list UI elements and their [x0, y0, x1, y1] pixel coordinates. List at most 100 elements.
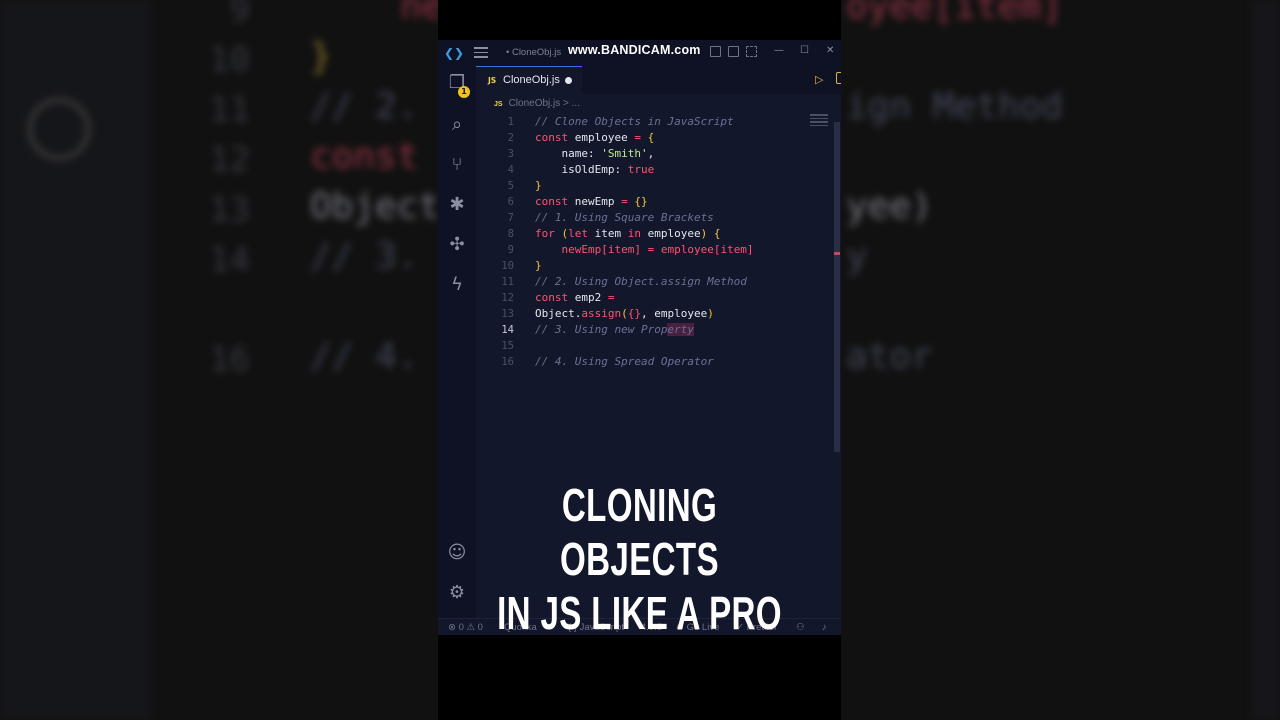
- blurred-line-number: 10: [209, 40, 250, 80]
- breadcrumb[interactable]: JS CloneObj.js > ...: [494, 98, 580, 109]
- customize-layout-icon[interactable]: [746, 46, 757, 57]
- video-caption: CLONING OBJECTS IN JS LIKE A PRO: [494, 478, 784, 640]
- layout-panel-icon[interactable]: [710, 46, 721, 57]
- caption-line-2: IN JS LIKE A PRO: [497, 587, 782, 639]
- code-token: , employee: [640, 307, 708, 320]
- lightning-icon[interactable]: ϟ: [446, 274, 468, 296]
- window-title: • CloneObj.js: [506, 47, 562, 58]
- line-number: 16: [501, 356, 514, 368]
- code-line[interactable]: // 3. Using new Property: [535, 322, 694, 338]
- unsaved-dot-icon[interactable]: [565, 77, 572, 84]
- menu-icon[interactable]: [474, 47, 488, 59]
- code-token: newEmp: [568, 195, 622, 208]
- layout-sidebar-icon[interactable]: [728, 46, 739, 57]
- code-token: const: [535, 131, 569, 144]
- code-token: // Clone Objects in JavaScript: [535, 115, 734, 128]
- code-line[interactable]: // Clone Objects in JavaScript: [535, 114, 734, 130]
- code-line[interactable]: const newEmp = {}: [535, 194, 648, 210]
- code-line[interactable]: // 1. Using Square Brackets: [535, 210, 714, 226]
- code-token: assign: [581, 307, 622, 320]
- code-token: =: [621, 195, 628, 208]
- split-editor-icon[interactable]: [836, 72, 841, 84]
- notifications-bell-icon[interactable]: ♪: [822, 622, 827, 633]
- problems-status[interactable]: ⊗ 0 ⚠ 0: [448, 622, 483, 633]
- blurred-code-text: Object: [310, 186, 441, 227]
- close-icon[interactable]: ✕: [826, 45, 834, 56]
- line-number: 5: [507, 180, 514, 192]
- code-token: true: [627, 163, 655, 176]
- minimap[interactable]: [810, 114, 828, 130]
- js-file-icon: JS: [488, 76, 497, 85]
- source-control-icon[interactable]: ⑂: [446, 154, 468, 176]
- blurred-scrollbar: [1252, 0, 1280, 720]
- code-line[interactable]: Object.assign({}, employee): [535, 306, 714, 322]
- run-icon[interactable]: ▷: [815, 73, 823, 86]
- code-token: // 1. Using Square Brackets: [535, 211, 714, 224]
- blurred-lightning-icon: [28, 98, 90, 160]
- blurred-code-text: yee): [846, 186, 933, 227]
- code-token: for: [535, 227, 555, 240]
- blurred-line-number: 9: [229, 0, 250, 30]
- blurred-line-number: 13: [209, 190, 250, 230]
- vscode-logo-icon: ❮❯: [444, 46, 465, 60]
- code-token: 'Smith': [601, 147, 648, 160]
- code-line[interactable]: newEmp[item] = employee[item]: [535, 242, 754, 258]
- code-token: (: [621, 307, 628, 320]
- code-line[interactable]: // 2. Using Object.assign Method: [535, 274, 747, 290]
- minimize-icon[interactable]: —: [774, 45, 784, 56]
- settings-gear-icon[interactable]: ⚙: [446, 582, 468, 604]
- line-number: 3: [507, 148, 514, 160]
- line-number: 1: [507, 116, 514, 128]
- editor-scrollbar[interactable]: [834, 122, 840, 452]
- line-number: 9: [507, 244, 514, 256]
- blurred-line-number: 14: [209, 240, 250, 280]
- code-line[interactable]: }: [535, 258, 542, 274]
- code-token: isOldEmp:: [535, 163, 628, 176]
- code-line[interactable]: name: 'Smith',: [535, 146, 654, 162]
- code-token: Object.: [535, 307, 582, 320]
- line-number: 14: [501, 324, 514, 336]
- code-token: erty: [667, 323, 694, 336]
- breadcrumb-text: CloneObj.js > ...: [508, 98, 580, 109]
- blurred-code-text: // 3.: [310, 236, 419, 277]
- blurred-line-number: 16: [209, 340, 250, 380]
- code-line[interactable]: for (let item in employee) {: [535, 226, 720, 242]
- code-line[interactable]: const emp2 =: [535, 290, 615, 306]
- code-line[interactable]: }: [535, 178, 542, 194]
- code-line[interactable]: // 4. Using Spread Operator: [535, 354, 714, 370]
- code-token: =: [634, 131, 641, 144]
- search-icon[interactable]: ⌕: [446, 114, 468, 136]
- activity-bar: ❐ 1 ⌕ ⑂ ✱ ✣ ϟ ☺ ⚙: [438, 66, 476, 618]
- code-token: ,: [647, 147, 655, 160]
- blurred-code-text: }: [310, 36, 332, 77]
- blurred-code-text: const: [310, 136, 419, 177]
- extensions-icon[interactable]: ✣: [446, 234, 468, 256]
- code-token: let: [568, 227, 588, 240]
- code-token: // 4. Using Spread Operator: [535, 355, 714, 368]
- code-line[interactable]: isOldEmp: true: [535, 162, 654, 178]
- code-token: // 3. Using new Prop: [535, 323, 668, 336]
- code-token: // 2. Using Object.assign Method: [535, 275, 747, 288]
- line-number: 2: [507, 132, 514, 144]
- maximize-icon[interactable]: ☐: [800, 45, 809, 56]
- code-token: employee[item]: [654, 243, 754, 256]
- code-line[interactable]: const employee = {: [535, 130, 654, 146]
- blurred-line-number: 11: [209, 90, 250, 130]
- line-number: 7: [507, 212, 514, 224]
- feedback-icon[interactable]: ⚇: [796, 622, 805, 633]
- code-token: }: [535, 259, 542, 272]
- code-token: ): [707, 307, 714, 320]
- line-number: 10: [501, 260, 514, 272]
- blurred-line-number: 12: [209, 140, 250, 180]
- debug-icon[interactable]: ✱: [446, 194, 468, 216]
- blurred-code-text: oyee[item]: [846, 0, 1063, 27]
- tab-bar: JS CloneObj.js ▷ ···: [476, 66, 841, 94]
- tab-cloneobj[interactable]: JS CloneObj.js: [476, 66, 582, 94]
- line-number: 4: [507, 164, 514, 176]
- blurred-code-text: // 4.: [310, 336, 419, 377]
- account-icon[interactable]: ☺: [446, 542, 468, 564]
- code-token: =: [607, 291, 615, 304]
- blurred-code-text: y: [846, 236, 868, 277]
- blurred-code-text: ign Method: [846, 86, 1063, 127]
- code-token: (: [554, 227, 569, 240]
